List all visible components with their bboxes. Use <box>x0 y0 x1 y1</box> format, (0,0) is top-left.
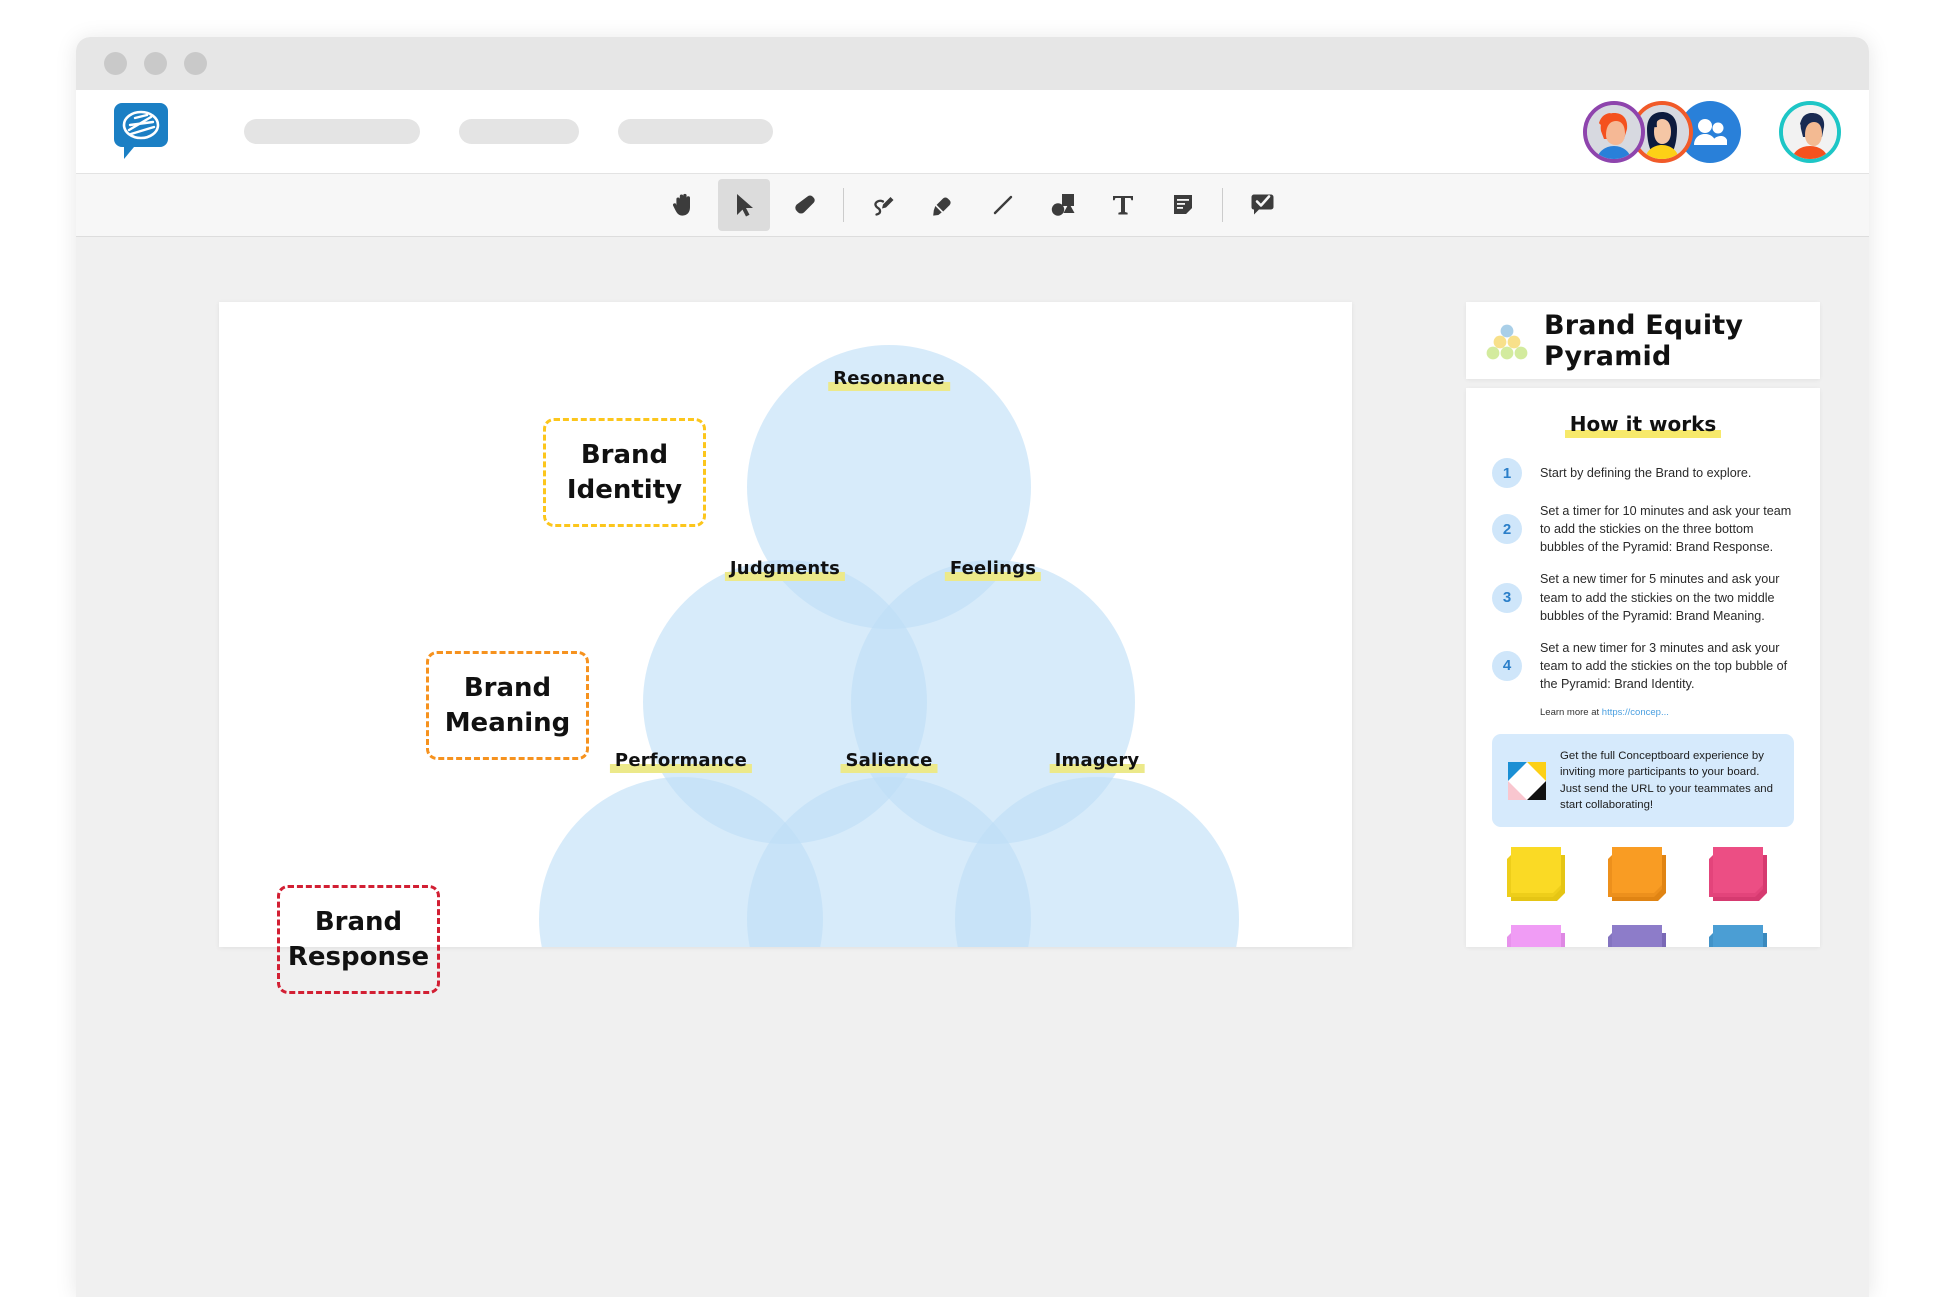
step-text: Set a timer for 10 minutes and ask your … <box>1540 504 1792 555</box>
tier-box-brand-meaning[interactable]: Brand Meaning <box>426 651 589 760</box>
pen-tool[interactable] <box>857 179 909 231</box>
instruction-step: 3 Set a new timer for 5 minutes and ask … <box>1492 570 1794 624</box>
pyramid-icon <box>1486 324 1528 359</box>
browser-window: Resonance Judgments Feelings Performance… <box>76 37 1869 1297</box>
step-number: 4 <box>1492 650 1522 681</box>
instructions-panel: Brand Equity Pyramid How it works 1 Star… <box>1466 302 1820 947</box>
step-number: 1 <box>1492 458 1522 488</box>
brand-equity-bubbles <box>539 345 1239 947</box>
note-tool[interactable] <box>1157 179 1209 231</box>
bubble-label-resonance: Resonance <box>828 368 950 391</box>
sticky-purple[interactable] <box>1604 923 1682 947</box>
sticky-magenta[interactable] <box>1503 923 1581 947</box>
collaborator-avatars <box>1583 100 1841 163</box>
sticky-palette <box>1492 845 1794 947</box>
instruction-step: 1 Start by defining the Brand to explore… <box>1492 458 1794 488</box>
avatar-user-1[interactable] <box>1583 100 1645 163</box>
eraser-tool[interactable] <box>778 179 830 231</box>
instruction-step: 2 Set a timer for 10 minutes and ask you… <box>1492 502 1794 556</box>
step-number: 3 <box>1492 582 1522 613</box>
conceptboard-logo-icon[interactable] <box>110 101 172 163</box>
header-pill-1[interactable] <box>244 119 420 144</box>
step-number: 2 <box>1492 514 1522 545</box>
panel-content: How it works 1 Start by defining the Bra… <box>1466 388 1820 947</box>
header-pill-2[interactable] <box>459 119 579 144</box>
shape-tool[interactable] <box>1037 179 1089 231</box>
window-close-dot[interactable] <box>104 52 127 75</box>
tier-label-line1: Brand <box>314 907 403 938</box>
bubble-label-salience: Salience <box>840 750 938 773</box>
toolbar-divider-1 <box>842 188 844 222</box>
panel-header: Brand Equity Pyramid <box>1466 302 1820 379</box>
learn-more-prefix: Learn more at <box>1540 707 1602 719</box>
bubble-label-feelings: Feelings <box>944 558 1042 581</box>
hand-tool[interactable] <box>658 179 710 231</box>
tier-label-line2: Meaning <box>444 707 571 738</box>
page-title: Brand Equity Pyramid <box>1544 309 1744 372</box>
tier-label-line1: Brand <box>463 673 552 704</box>
window-titlebar <box>76 37 1869 90</box>
app-header <box>76 90 1869 173</box>
text-tool[interactable] <box>1097 179 1149 231</box>
step-text: Start by defining the Brand to explore. <box>1540 465 1752 480</box>
tier-label-line2: Identity <box>566 474 683 505</box>
sticky-orange[interactable] <box>1604 845 1682 911</box>
conceptboard-mark-icon <box>1508 761 1546 800</box>
instruction-step: 4 Set a new timer for 3 minutes and ask … <box>1492 639 1794 693</box>
step-text: Set a new timer for 5 minutes and ask yo… <box>1540 572 1780 623</box>
editor-toolbar <box>76 173 1869 237</box>
marker-tool[interactable] <box>917 179 969 231</box>
select-tool[interactable] <box>717 179 770 231</box>
step-text: Set a new timer for 3 minutes and ask yo… <box>1540 640 1788 691</box>
header-placeholder-pills <box>244 119 773 144</box>
bubble-label-performance: Performance <box>609 750 753 773</box>
tier-box-brand-response[interactable]: Brand Response <box>277 885 440 994</box>
tier-label-line2: Response <box>287 941 430 972</box>
sticky-blue[interactable] <box>1705 923 1783 947</box>
avatar-current-user[interactable] <box>1779 100 1841 163</box>
how-it-works-heading: How it works <box>1492 412 1794 438</box>
learn-more-link[interactable]: https://concep... <box>1602 707 1669 718</box>
canvas-workspace[interactable]: Resonance Judgments Feelings Performance… <box>76 237 1869 1297</box>
line-tool[interactable] <box>977 179 1029 231</box>
sticky-pink[interactable] <box>1705 845 1783 911</box>
bubble-label-imagery: Imagery <box>1049 750 1145 773</box>
tier-label-line1: Brand <box>580 440 669 471</box>
toolbar-divider-2 <box>1221 188 1223 222</box>
tier-box-brand-identity[interactable]: Brand Identity <box>543 418 706 527</box>
comment-tool[interactable] <box>1236 179 1288 231</box>
bubble-label-judgments: Judgments <box>724 558 846 581</box>
window-maximize-dot[interactable] <box>184 52 207 75</box>
learn-more-line: Learn more at https://concep... <box>1540 707 1794 718</box>
sticky-yellow[interactable] <box>1503 845 1581 911</box>
window-minimize-dot[interactable] <box>144 52 167 75</box>
promo-text: Get the full Conceptboard experience by … <box>1560 750 1773 811</box>
board-canvas[interactable]: Resonance Judgments Feelings Performance… <box>219 302 1352 994</box>
header-pill-3[interactable] <box>618 119 773 144</box>
promo-banner: Get the full Conceptboard experience by … <box>1492 734 1794 827</box>
